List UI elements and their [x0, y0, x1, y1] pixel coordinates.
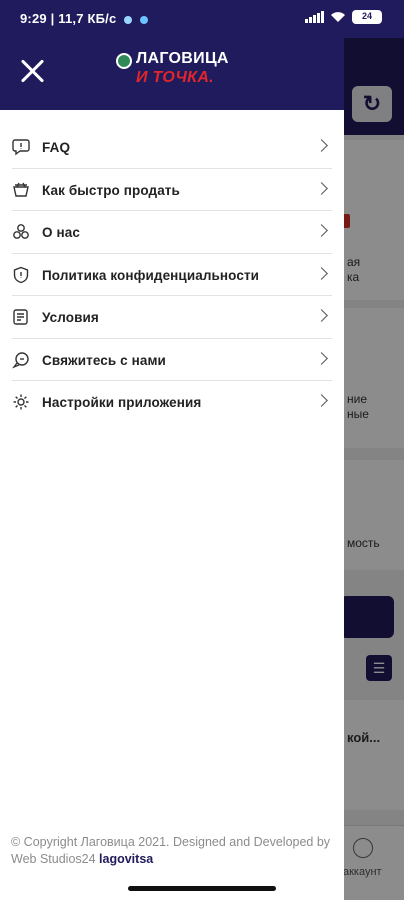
menu-item-faq[interactable]: FAQ [12, 126, 332, 169]
contact-icon [12, 351, 29, 369]
menu-item-label: О нас [42, 225, 80, 240]
menu-item-label: Условия [42, 310, 99, 325]
status-right: 24 [305, 10, 382, 24]
home-indicator[interactable] [128, 886, 276, 891]
app-logo: ЛАГОВИЦА И ТОЧКА. [116, 50, 236, 92]
menu-item-label: Политика конфиденциальности [42, 267, 260, 283]
menu-item-label: Настройки приложения [42, 395, 202, 410]
menu-item-contact-us[interactable]: Свяжитесь с нами [12, 339, 332, 381]
chevron-right-icon [315, 351, 328, 365]
notification-dot-icon [124, 15, 133, 24]
menu-item-privacy-policy[interactable]: Политика конфиденциальности [12, 254, 332, 296]
brand-link[interactable]: lagovitsa [99, 852, 153, 866]
chevron-right-icon [315, 309, 328, 322]
menu-item-how-to-sell[interactable]: Как быстро продать [12, 169, 332, 211]
copyright-text: © Copyright Лаговица 2021. Designed and … [11, 835, 331, 866]
logo-line-2: И ТОЧКА. [136, 69, 214, 86]
faq-icon [12, 139, 30, 156]
menu-item-terms[interactable]: Условия [12, 296, 332, 339]
wifi-icon [331, 12, 345, 22]
battery-icon: 24 [352, 10, 382, 24]
menu-item-label: Свяжитесь с нами [42, 352, 166, 368]
logo-globe-icon [116, 53, 132, 69]
terms-icon [13, 309, 28, 325]
notification-dot-icon [140, 15, 149, 24]
status-time-text: 9:29 | 11,7 КБ/с [20, 11, 117, 26]
menu-item-label: FAQ [42, 140, 71, 155]
chevron-right-icon [315, 266, 328, 280]
settings-gear-icon [13, 394, 29, 410]
chevron-right-icon [315, 139, 328, 152]
chevron-right-icon [315, 181, 328, 195]
signal-icon [305, 11, 324, 23]
drawer-menu: FAQ Как быстро продать О нас Политика ко… [0, 126, 344, 424]
drawer-footer: © Copyright Лаговица 2021. Designed and … [11, 834, 331, 868]
menu-item-app-settings[interactable]: Настройки приложения [12, 381, 332, 424]
logo-line-1: ЛАГОВИЦА [136, 50, 229, 67]
about-icon [13, 224, 29, 239]
status-bar: 9:29 | 11,7 КБ/с 24 [0, 0, 404, 38]
privacy-shield-icon [13, 266, 29, 283]
sell-icon [13, 182, 29, 197]
chevron-right-icon [315, 394, 328, 407]
chevron-right-icon [315, 224, 328, 237]
navigation-drawer: ЛАГОВИЦА И ТОЧКА. FAQ Как быстро продать [0, 0, 344, 900]
close-icon[interactable] [20, 58, 46, 84]
menu-item-label: Как быстро продать [42, 182, 180, 198]
menu-item-about[interactable]: О нас [12, 211, 332, 254]
status-time: 9:29 | 11,7 КБ/с [20, 11, 149, 26]
